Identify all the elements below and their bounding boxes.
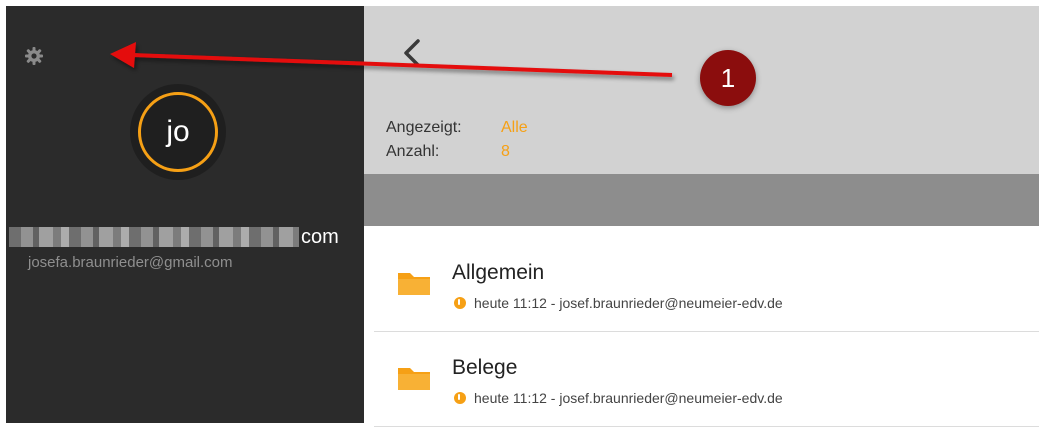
folder-meta-text: heute 11:12 - josef.braunrieder@neumeier… xyxy=(474,295,783,311)
chevron-left-icon[interactable] xyxy=(402,38,422,68)
count-value: 8 xyxy=(501,143,510,160)
folder-name: Allgemein xyxy=(452,261,545,284)
list-item[interactable]: Belege heute 11:12 - josef.braunrieder@n… xyxy=(374,332,1039,427)
account-sidebar: jo com josefa.braunrieder@gmail.com xyxy=(6,6,364,423)
folder-meta: heute 11:12 - josef.braunrieder@neumeier… xyxy=(454,390,783,406)
folder-icon xyxy=(398,273,430,295)
account-email: josefa.braunrieder@gmail.com xyxy=(28,254,233,271)
info-icon xyxy=(454,392,466,404)
account-email-obscured: com xyxy=(6,224,364,250)
annotation-badge: 1 xyxy=(700,50,756,106)
gear-icon[interactable] xyxy=(24,46,44,66)
folder-name: Belege xyxy=(452,356,518,379)
redacted-text xyxy=(9,227,299,247)
email-domain-suffix: com xyxy=(301,225,339,248)
folder-list: Allgemein heute 11:12 - josef.braunriede… xyxy=(374,237,1039,427)
count-label: Anzahl: xyxy=(386,143,440,160)
folder-meta: heute 11:12 - josef.braunrieder@neumeier… xyxy=(454,295,783,311)
folder-icon xyxy=(398,368,430,390)
folder-meta-text: heute 11:12 - josef.braunrieder@neumeier… xyxy=(474,390,783,406)
shown-value[interactable]: Alle xyxy=(501,116,528,140)
avatar[interactable]: jo xyxy=(130,84,226,180)
filter-info: Angezeigt: Alle Anzahl: 8 xyxy=(386,116,528,164)
list-item[interactable]: Allgemein heute 11:12 - josef.braunriede… xyxy=(374,237,1039,332)
info-icon xyxy=(454,297,466,309)
avatar-initials: jo xyxy=(138,92,218,172)
toolbar-strip xyxy=(364,174,1039,226)
content-header: Angezeigt: Alle Anzahl: 8 xyxy=(364,6,1039,174)
shown-label: Angezeigt: xyxy=(386,119,462,136)
